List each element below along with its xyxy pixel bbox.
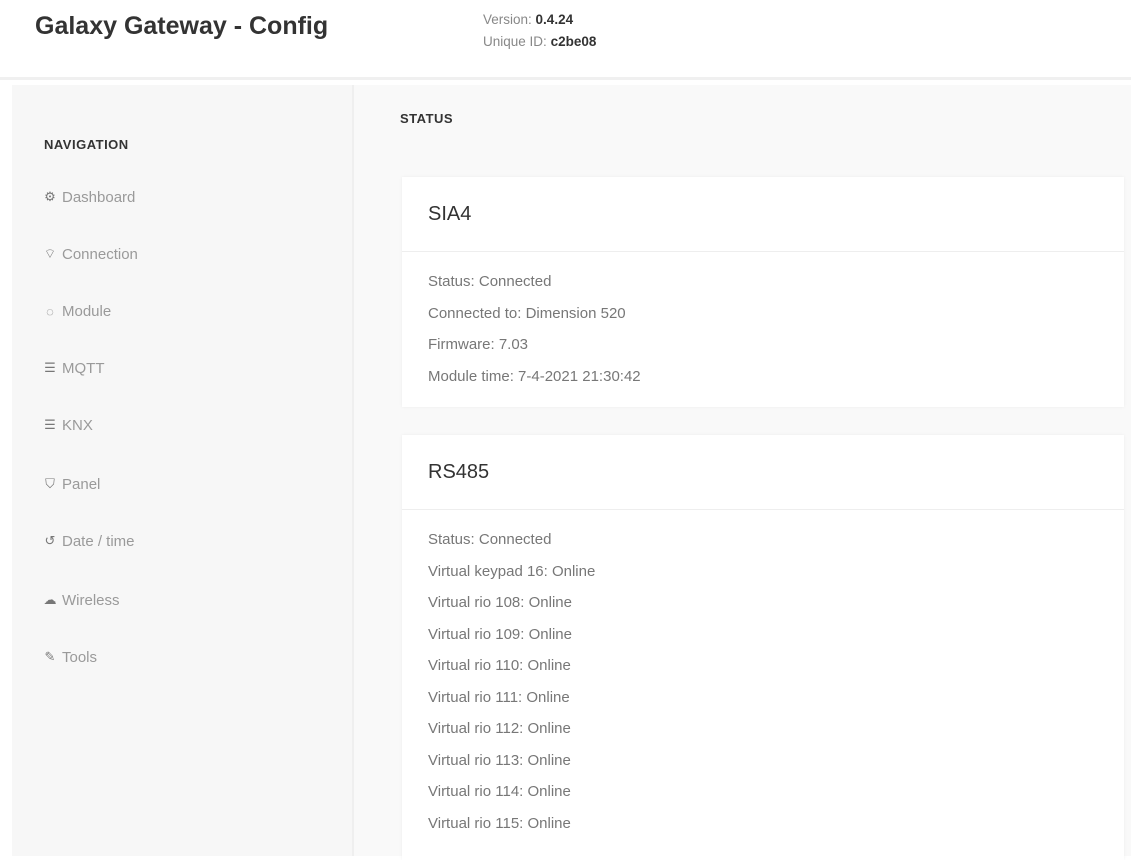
shield-icon: ⛉ [45,476,55,491]
sidebar-item-label: KNX [62,416,93,434]
sidebar-item-label: Date / time [62,532,135,550]
unique-id-label: Unique ID: [483,34,547,49]
sidebar-item-module[interactable]: ◌ Module [42,299,111,323]
status-card-sia4: SIA4 Status: Connected Connected to: Dim… [402,177,1124,407]
wifi-icon: ⌔ [43,246,57,261]
circle-icon: ◌ [46,303,54,319]
sidebar-item-label: Module [62,302,112,320]
sidebar-item-label: MQTT [62,359,105,377]
version-row: Version: 0.4.24 [483,9,596,31]
unique-id-row: Unique ID: c2be08 [483,31,596,53]
nav-heading: NAVIGATION [44,137,129,152]
sidebar-item-panel[interactable]: ⛉ Panel [42,472,100,496]
card-title: SIA4 [402,177,1124,252]
status-line: Virtual rio 110: Online [428,657,571,674]
sidebar-item-label: Tools [62,648,98,666]
version-value: 0.4.24 [535,12,574,27]
card-body: Status: Connected Connected to: Dimensio… [402,252,1124,392]
card-body: Status: Connected Virtual keypad 16: Onl… [402,510,1124,839]
cloud-icon: ☁ [43,592,57,607]
sidebar: NAVIGATION ⚙ Dashboard ⌔ Connection ◌ Mo… [12,85,354,856]
card-title: RS485 [402,435,1124,510]
history-icon: ↺ [44,533,56,548]
sidebar-item-label: Dashboard [62,188,136,206]
sidebar-item-connection[interactable]: ⌔ Connection [42,242,138,266]
status-line: Virtual rio 115: Online [428,814,571,832]
status-line: Virtual rio 108: Online [428,594,572,611]
status-card-rs485: RS485 Status: Connected Virtual keypad 1… [402,435,1124,860]
status-line: Virtual rio 109: Online [428,625,572,643]
sidebar-item-label: Panel [62,475,101,493]
sidebar-item-tools[interactable]: ✎ Tools [42,645,97,669]
unique-id-value: c2be08 [550,34,597,49]
status-line: Status: Connected [428,273,552,290]
app-title: Galaxy Gateway - Config [35,12,329,40]
status-line: Virtual rio 111: Online [428,688,570,706]
list-icon: ☰ [44,417,56,432]
version-label: Version: [483,12,532,27]
main-content: STATUS SIA4 Status: Connected Connected … [354,85,1131,860]
sidebar-item-label: Wireless [62,591,120,609]
status-line: Virtual rio 112: Online [428,720,571,737]
status-line: Virtual rio 114: Online [428,783,571,800]
status-line: Virtual rio 113: Online [428,751,571,769]
sidebar-item-dashboard[interactable]: ⚙ Dashboard [42,185,135,209]
status-line: Virtual keypad 16: Online [428,562,596,580]
list-icon: ☰ [44,360,56,375]
sidebar-item-label: Connection [62,245,138,263]
version-info: Version: 0.4.24 Unique ID: c2be08 [483,9,596,53]
status-line: Firmware: 7.03 [428,336,529,353]
section-title: STATUS [400,111,454,126]
top-header: Galaxy Gateway - Config Version: 0.4.24 … [0,0,1131,80]
sidebar-item-wireless[interactable]: ☁ Wireless [42,588,120,612]
status-line: Connected to: Dimension 520 [428,304,626,322]
sidebar-item-knx[interactable]: ☰ KNX [42,413,93,437]
wrench-icon: ✎ [44,649,56,664]
dashboard-icon: ⚙ [44,189,56,204]
sidebar-item-mqtt[interactable]: ☰ MQTT [42,356,105,380]
status-line: Status: Connected [428,531,552,548]
status-line: Module time: 7-4-2021 21:30:42 [428,367,641,385]
sidebar-item-date-time[interactable]: ↺ Date / time [42,529,135,553]
